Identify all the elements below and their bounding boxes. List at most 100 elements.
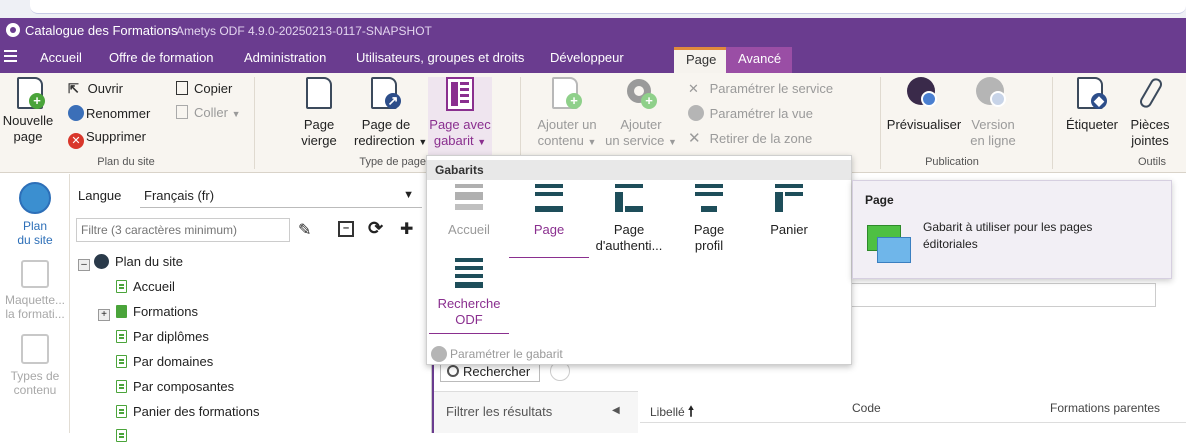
tree-node-par-composantes[interactable]: Par composantes: [116, 379, 234, 394]
collapse-left-icon[interactable]: ◀: [612, 405, 620, 416]
set-service-button[interactable]: ✕ Paramétrer le service: [688, 81, 833, 97]
gabarit-panier[interactable]: Panier: [749, 184, 829, 238]
page-icon: [116, 380, 127, 393]
blank-page-button[interactable]: Page vierge: [296, 77, 342, 149]
sort-up-icon: 🠕: [688, 403, 695, 419]
close-icon: ✕: [688, 130, 701, 147]
menu-developpeur[interactable]: Développeur: [550, 50, 624, 65]
language-select[interactable]: Français (fr) ▼: [140, 182, 422, 208]
chevron-down-icon: ▼: [418, 137, 428, 147]
rename-button[interactable]: Renommer: [68, 105, 150, 121]
online-version-button[interactable]: Version en ligne: [962, 77, 1024, 149]
remove-zone-button[interactable]: ✕ Retirer de la zone: [688, 129, 812, 147]
eraser-icon[interactable]: ✎: [298, 220, 311, 240]
new-page-button[interactable]: + Nouvelle page: [2, 77, 54, 145]
open-button[interactable]: ⇱ Ouvrir: [68, 81, 123, 97]
tree-root[interactable]: – Plan du site: [78, 254, 183, 271]
template-accueil-icon: [453, 184, 485, 218]
address-bar[interactable]: [30, 0, 1186, 14]
set-template-button[interactable]: Paramétrer le gabarit: [431, 346, 563, 362]
menu-offre-formation[interactable]: Offre de formation: [109, 50, 214, 65]
tree-node-par-diplomes[interactable]: Par diplômes: [116, 329, 209, 344]
tree-filter-field[interactable]: [76, 218, 290, 242]
tab-page[interactable]: Page: [674, 47, 726, 73]
language-label: Langue: [78, 188, 122, 203]
globe-icon: [19, 182, 51, 214]
nav-plan-du-site[interactable]: Plan du site: [0, 182, 70, 247]
paperclip-icon: [1135, 76, 1165, 111]
nav-maquette-formation[interactable]: Maquette... la formati...: [0, 260, 70, 321]
collapse-all-icon[interactable]: –: [338, 221, 354, 237]
template-panier-icon: [773, 184, 805, 218]
rename-icon: [68, 105, 84, 121]
page-icon: [116, 405, 127, 418]
hierarchy-icon: [21, 260, 49, 288]
template-page-icon: [446, 77, 474, 111]
tools-icon: ✕: [688, 81, 699, 96]
hamburger-menu-icon[interactable]: [4, 50, 17, 62]
add-content-button[interactable]: + Ajouter un contenu ▼: [532, 77, 602, 150]
preview-button[interactable]: Prévisualiser: [886, 77, 962, 133]
page-icon: [116, 330, 127, 343]
column-libelle[interactable]: Libellé 🠕: [650, 401, 694, 425]
paste-button[interactable]: Coller ▼: [176, 105, 241, 120]
tree-filter-input[interactable]: [81, 220, 287, 240]
tree-node-panier[interactable]: Panier des formations: [116, 404, 259, 419]
menu-accueil[interactable]: Accueil: [40, 50, 82, 65]
page-icon: [116, 280, 127, 293]
tab-avance[interactable]: Avancé: [726, 47, 792, 73]
gabarit-profil[interactable]: Page profil: [669, 184, 749, 254]
tag-button[interactable]: ◆ Étiqueter: [1062, 77, 1122, 133]
menu-administration[interactable]: Administration: [244, 50, 326, 65]
tree-node-par-domaines[interactable]: Par domaines: [116, 354, 213, 369]
copy-icon: [176, 81, 188, 95]
column-formations-parentes[interactable]: Formations parentes: [1050, 401, 1160, 415]
gabarit-authentification[interactable]: Page d'authenti...: [589, 184, 669, 254]
template-recherche-icon: [453, 258, 485, 292]
template-page-button[interactable]: Page avec gabarit ▼: [428, 77, 492, 155]
expand-toggle-icon[interactable]: +: [98, 309, 110, 321]
ametys-logo-icon: [6, 23, 20, 37]
nav-types-de-contenu[interactable]: Types de contenu: [0, 334, 70, 397]
open-icon: ⇱: [68, 81, 79, 96]
refresh-icon[interactable]: ⟳: [368, 218, 383, 239]
chevron-down-icon: ▼: [477, 137, 487, 147]
app-title: Catalogue des Formations: [25, 23, 178, 38]
redirect-page-button[interactable]: ↗ Page de redirection ▼: [354, 77, 427, 150]
puzzle-icon[interactable]: ✚: [400, 219, 413, 239]
globe-icon: [94, 254, 109, 269]
ribbon-separator: [254, 77, 255, 169]
add-service-button[interactable]: + Ajouter un service ▼: [604, 77, 678, 150]
ribbon-separator: [1052, 77, 1053, 169]
content-types-icon: [21, 334, 49, 364]
chevron-down-icon: ▼: [231, 109, 241, 119]
collapse-toggle-icon[interactable]: –: [78, 259, 90, 271]
search-icon: [447, 365, 459, 377]
windows-icon: [867, 225, 911, 263]
tree-node-accueil[interactable]: Accueil: [116, 279, 175, 294]
gabarits-title: Gabarits: [427, 160, 851, 180]
menu-utilisateurs[interactable]: Utilisateurs, groupes et droits: [356, 50, 524, 65]
palette-icon: [431, 346, 447, 362]
tree-node-partial[interactable]: [116, 428, 133, 443]
app-version: Ametys ODF 4.9.0-20250213-0117-SNAPSHOT: [176, 24, 432, 38]
group-plan-du-site: Plan du site: [97, 156, 155, 168]
gabarit-page[interactable]: Page: [509, 184, 589, 258]
ribbon-separator: [880, 77, 881, 169]
gabarit-accueil[interactable]: Accueil: [429, 184, 509, 238]
delete-icon: ✕: [68, 133, 84, 149]
column-code[interactable]: Code: [852, 401, 881, 415]
copy-button[interactable]: Copier: [176, 81, 232, 96]
template-auth-icon: [613, 184, 645, 218]
delete-button[interactable]: ✕ Supprimer: [68, 129, 146, 149]
dropdown-arrow-icon: ▼: [403, 189, 414, 201]
page-icon: [116, 355, 127, 368]
attachments-button[interactable]: Pièces jointes: [1124, 76, 1176, 149]
page-icon: [116, 429, 127, 442]
set-view-button[interactable]: Paramétrer la vue: [688, 105, 813, 121]
gabarit-recherche-odf[interactable]: Recherche ODF: [429, 258, 509, 334]
tooltip-text: Gabarit à utiliser pour les pages éditor…: [923, 220, 1093, 251]
paste-icon: [176, 105, 188, 119]
tree-node-formations[interactable]: + Formations: [98, 304, 198, 321]
blank-page-icon: [306, 77, 332, 109]
